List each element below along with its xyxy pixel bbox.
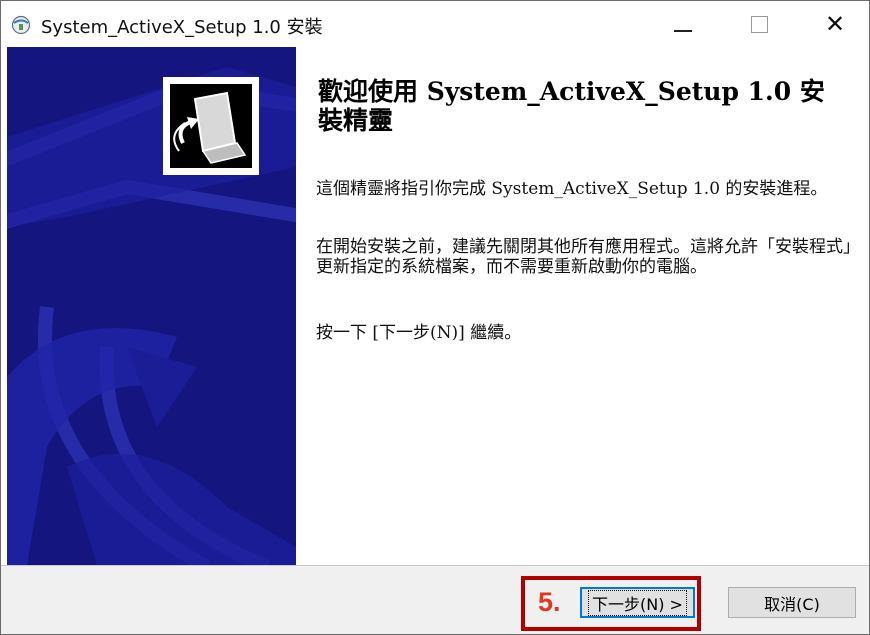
button-bar: 下一步(N) > 取消(C) 5. [1,565,869,634]
window-title: System_ActiveX_Setup 1.0 安裝 [41,17,323,38]
intro-paragraph: 這個精靈將指引你完成 System_ActiveX_Setup 1.0 的安裝進… [316,179,828,199]
welcome-heading: 歡迎使用 System_ActiveX_Setup 1.0 安裝精靈 [318,77,825,135]
minimize-button[interactable] [655,1,711,47]
maximize-button[interactable] [731,1,787,47]
installer-watermark-graphic [7,67,296,565]
title-bar[interactable]: System_ActiveX_Setup 1.0 安裝 ✕ [1,1,869,47]
close-button[interactable]: ✕ [807,1,863,47]
cancel-button[interactable]: 取消(C) [728,587,856,618]
maximize-icon [750,15,768,33]
close-icon: ✕ [824,10,846,38]
continue-instruction: 按一下 [下一步(N)] 繼續。 [316,323,522,343]
installer-app-icon [11,15,31,35]
welcome-content: 歡迎使用 System_ActiveX_Setup 1.0 安裝精靈 這個精靈將… [296,47,869,565]
step-number-label: 5. [538,587,561,617]
close-apps-paragraph: 在開始安裝之前，建議先關閉其他所有應用程式。這將允許「安裝程式」更新指定的系統檔… [316,237,852,277]
welcome-side-panel [7,47,296,565]
minimize-icon [674,30,692,32]
installer-box-icon [163,77,259,175]
installer-window: System_ActiveX_Setup 1.0 安裝 ✕ 歡迎使用 Syste… [0,0,870,635]
